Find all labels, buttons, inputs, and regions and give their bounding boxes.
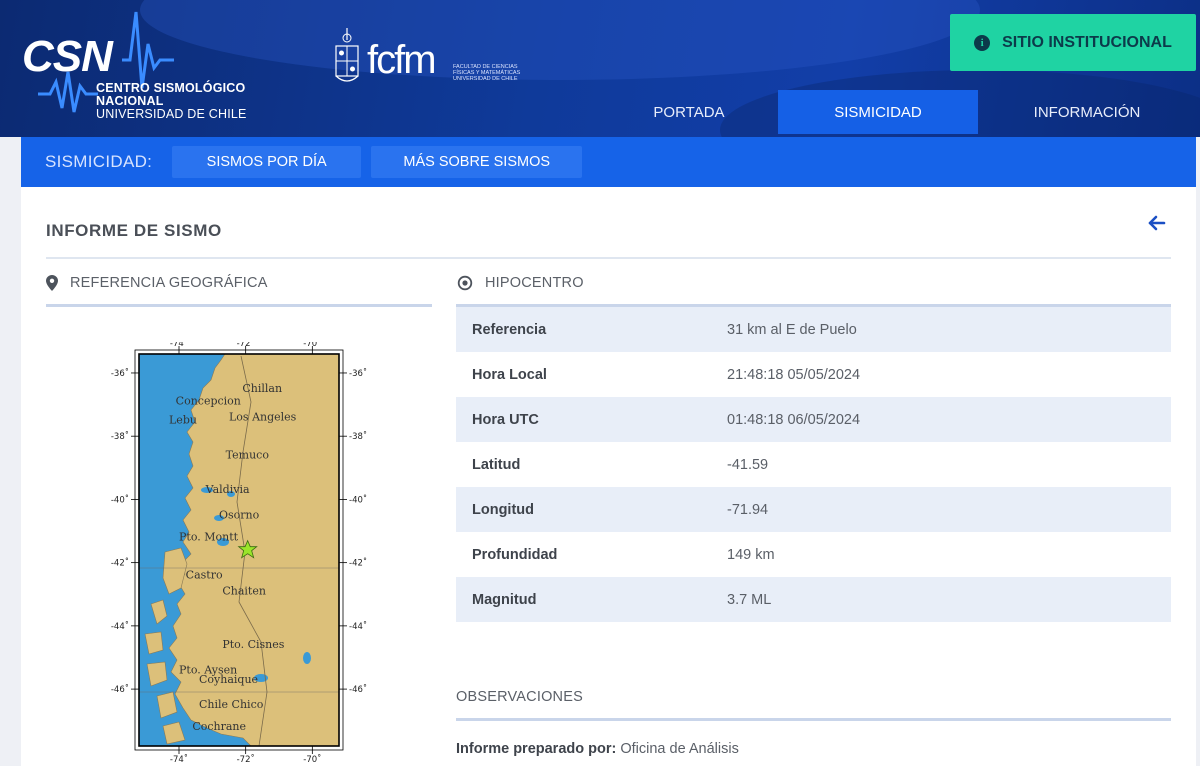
lat-tick-label: -46˚ <box>111 684 129 695</box>
back-arrow-icon[interactable] <box>1147 213 1167 233</box>
lon-tick-label: -70˚ <box>303 342 321 349</box>
row-key: Magnitud <box>472 591 537 608</box>
city-label: Chillan <box>242 382 282 395</box>
row-key: Profundidad <box>472 546 558 563</box>
geo-reference-label: REFERENCIA GEOGRÁFICA <box>70 275 268 291</box>
lon-tick-label: -72˚ <box>237 754 255 765</box>
sismos-por-dia-button[interactable]: SISMOS POR DÍA <box>172 146 362 178</box>
nav-sismicidad[interactable]: SISMICIDAD <box>778 90 978 134</box>
lat-tick-label: -38˚ <box>349 431 367 442</box>
lon-tick-label: -70˚ <box>303 754 321 765</box>
lat-tick-label: -36˚ <box>349 368 367 379</box>
csn-name-line2: UNIVERSIDAD DE CHILE <box>96 107 247 121</box>
lon-tick-label: -74˚ <box>170 754 188 765</box>
row-value: -41.59 <box>727 456 769 473</box>
row-key: Hora UTC <box>472 411 539 428</box>
fcfm-logo[interactable]: fcfm FACULTAD DE CIENCIAS FÍSICAS Y MATE… <box>333 28 533 92</box>
lat-tick-label: -40˚ <box>111 494 129 505</box>
city-label: Castro <box>186 568 223 581</box>
city-label: Chaiten <box>222 584 266 597</box>
lat-tick-label: -44˚ <box>349 621 367 632</box>
nav-portada[interactable]: PORTADA <box>600 90 778 134</box>
city-label: Coyhaique <box>199 673 258 686</box>
mas-sobre-sismos-button[interactable]: MÁS SOBRE SISMOS <box>371 146 583 178</box>
lon-tick-label: -72˚ <box>237 342 255 349</box>
city-label: Chile Chico <box>199 698 264 711</box>
sitio-institucional-button[interactable]: i SITIO INSTITUCIONAL <box>950 14 1196 71</box>
table-row: Profundidad 149 km <box>456 532 1171 577</box>
obs-label: Informe preparado por: <box>456 741 617 757</box>
city-label: Valdivia <box>205 483 250 496</box>
university-crest-icon <box>335 28 359 82</box>
lat-tick-label: -44˚ <box>111 621 129 632</box>
report-content: INFORME DE SISMO REFERENCIA GEOGRÁFICA H… <box>21 187 1196 766</box>
row-value: 31 km al E de Puelo <box>727 321 857 338</box>
hipocentro-table: Referencia 31 km al E de Puelo Hora Loca… <box>456 307 1171 622</box>
target-icon <box>457 275 473 291</box>
geographic-map: -74˚ -74˚ -72˚ -72˚ -70˚ -70˚ -36˚ -36˚ -38˚ -38˚… <box>111 338 371 766</box>
row-value: 21:48:18 05/05/2024 <box>727 366 861 383</box>
table-row: Latitud -41.59 <box>456 442 1171 487</box>
city-label: Pto. Cisnes <box>222 638 284 651</box>
lat-tick-label: -42˚ <box>111 558 129 569</box>
csn-logo[interactable]: CSN CENTRO SISMOLÓGICO NACIONAL UNIVERSI… <box>20 8 310 126</box>
sismicidad-subnav: SISMICIDAD: SISMOS POR DÍA MÁS SOBRE SIS… <box>21 137 1196 187</box>
observaciones-divider <box>456 718 1171 721</box>
city-label: Los Angeles <box>229 410 297 423</box>
row-value: -71.94 <box>727 501 769 518</box>
fcfm-wordmark: fcfm <box>367 38 437 82</box>
row-value: 01:48:18 06/05/2024 <box>727 411 861 428</box>
obs-value: Oficina de Análisis <box>620 741 739 757</box>
epicenter-map: -74˚ -74˚ -72˚ -72˚ -70˚ -70˚ -36˚ -36˚ -38˚ -38˚… <box>111 338 367 765</box>
hipocentro-heading: HIPOCENTRO <box>457 275 584 291</box>
sitio-institucional-label: SITIO INSTITUCIONAL <box>1002 33 1172 51</box>
row-value: 3.7 ML <box>727 591 772 608</box>
page-title: INFORME DE SISMO <box>46 221 222 240</box>
table-row: Magnitud 3.7 ML <box>456 577 1171 622</box>
nav-informacion[interactable]: INFORMACIÓN <box>978 90 1196 134</box>
csn-letters: CSN <box>22 32 113 81</box>
city-label: Concepcion <box>176 395 241 408</box>
lat-tick-label: -40˚ <box>349 494 367 505</box>
table-row: Hora Local 21:48:18 05/05/2024 <box>456 352 1171 397</box>
city-label: Pto. Montt <box>179 531 239 544</box>
geo-reference-heading: REFERENCIA GEOGRÁFICA <box>46 275 268 291</box>
lat-tick-label: -38˚ <box>111 431 129 442</box>
table-row: Hora UTC 01:48:18 06/05/2024 <box>456 397 1171 442</box>
fcfm-subtitle: FACULTAD DE CIENCIAS FÍSICAS Y MATEMÁTIC… <box>453 64 521 82</box>
lat-tick-label: -36˚ <box>111 368 129 379</box>
info-icon: i <box>974 34 991 51</box>
title-divider <box>46 257 1171 259</box>
main-nav: PORTADA SISMICIDAD INFORMACIÓN <box>600 90 1196 134</box>
table-row: Referencia 31 km al E de Puelo <box>456 307 1171 352</box>
observaciones-text: Informe preparado por: Oficina de Anális… <box>456 741 739 757</box>
row-key: Longitud <box>472 501 535 518</box>
map-pin-icon <box>46 275 58 291</box>
lake <box>303 652 311 664</box>
csn-institution-name: CENTRO SISMOLÓGICO NACIONAL UNIVERSIDAD … <box>96 82 310 121</box>
row-key: Latitud <box>472 456 521 473</box>
table-row: Longitud -71.94 <box>456 487 1171 532</box>
city-label: Lebu <box>169 414 197 427</box>
lat-tick-label: -46˚ <box>349 684 367 695</box>
hipocentro-label: HIPOCENTRO <box>485 275 584 291</box>
csn-name-line1: CENTRO SISMOLÓGICO NACIONAL <box>96 81 246 108</box>
lon-tick-label: -74˚ <box>170 342 188 349</box>
site-header: CSN CENTRO SISMOLÓGICO NACIONAL UNIVERSI… <box>0 0 1200 137</box>
city-label: Osorno <box>219 508 260 521</box>
geo-divider <box>46 304 432 307</box>
city-label: Cochrane <box>192 720 246 733</box>
lat-tick-label: -42˚ <box>349 558 367 569</box>
row-value: 149 km <box>727 546 775 563</box>
row-key: Referencia <box>472 321 547 338</box>
observaciones-heading: OBSERVACIONES <box>456 689 583 705</box>
subnav-label: SISMICIDAD: <box>45 152 153 171</box>
row-key: Hora Local <box>472 366 547 383</box>
city-label: Temuco <box>226 448 270 461</box>
